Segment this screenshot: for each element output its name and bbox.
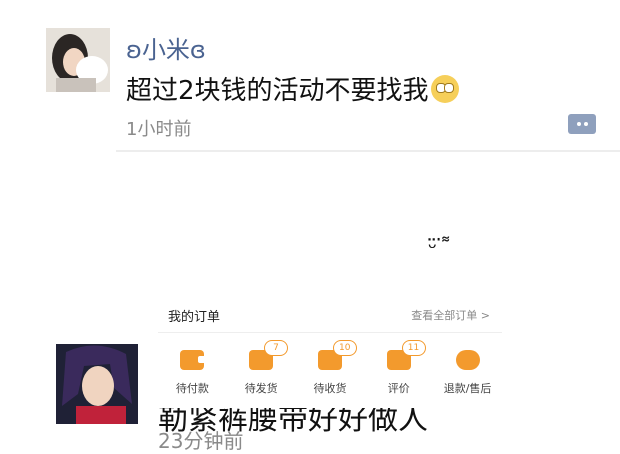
- scribble-doodle: ᵕ̈ ̇ ͌: [428, 236, 452, 261]
- order-status-review: 11 评价: [364, 340, 433, 406]
- order-status-row: 待付款 7 待发货 10 待收货 11 评价 退款/售后: [158, 340, 502, 406]
- order-card-title: 我的订单: [168, 310, 221, 325]
- wallet-icon: [180, 350, 207, 370]
- eye-roll-emoji-icon: [430, 75, 459, 103]
- count-badge: 7: [263, 340, 288, 356]
- order-status-to-receive: 10 待收货: [296, 340, 365, 406]
- username[interactable]: ʚ小米ɞ: [126, 30, 206, 65]
- divider: [116, 150, 620, 152]
- order-status-label: 待付款: [175, 382, 209, 395]
- order-status-pending-payment: 待付款: [158, 340, 227, 406]
- timestamp: 23分钟前: [158, 429, 244, 453]
- order-card-image: 我的订单 查看全部订单 > 待付款 7 待发货 10 待收货 11 评价 退款/…: [158, 292, 502, 408]
- order-status-label: 待发货: [244, 382, 278, 395]
- avatar-image: [56, 344, 138, 424]
- order-status-label: 退款/售后: [443, 382, 492, 395]
- count-badge: 10: [332, 340, 357, 356]
- refund-icon: [455, 350, 480, 370]
- order-status-label: 评价: [387, 382, 410, 395]
- order-card-header: 我的订单 查看全部订单 >: [158, 292, 502, 333]
- avatar-image: [46, 28, 110, 92]
- order-status-refund: 退款/售后: [433, 340, 502, 406]
- timestamp: 1小时前: [126, 119, 192, 140]
- more-options-button[interactable]: [568, 114, 596, 134]
- post-message: 超过2块钱的活动不要找我: [126, 70, 459, 107]
- count-badge: 11: [401, 340, 426, 356]
- order-status-to-ship: 7 待发货: [227, 340, 296, 406]
- message-text: 超过2块钱的活动不要找我: [126, 76, 429, 106]
- order-status-label: 待收货: [313, 382, 347, 395]
- avatar[interactable]: [46, 28, 110, 92]
- post-1: ʚ小米ɞ 超过2块钱的活动不要找我 1小时前: [0, 0, 620, 150]
- view-all-orders-link: 查看全部订单 >: [411, 309, 490, 322]
- avatar[interactable]: [56, 344, 138, 424]
